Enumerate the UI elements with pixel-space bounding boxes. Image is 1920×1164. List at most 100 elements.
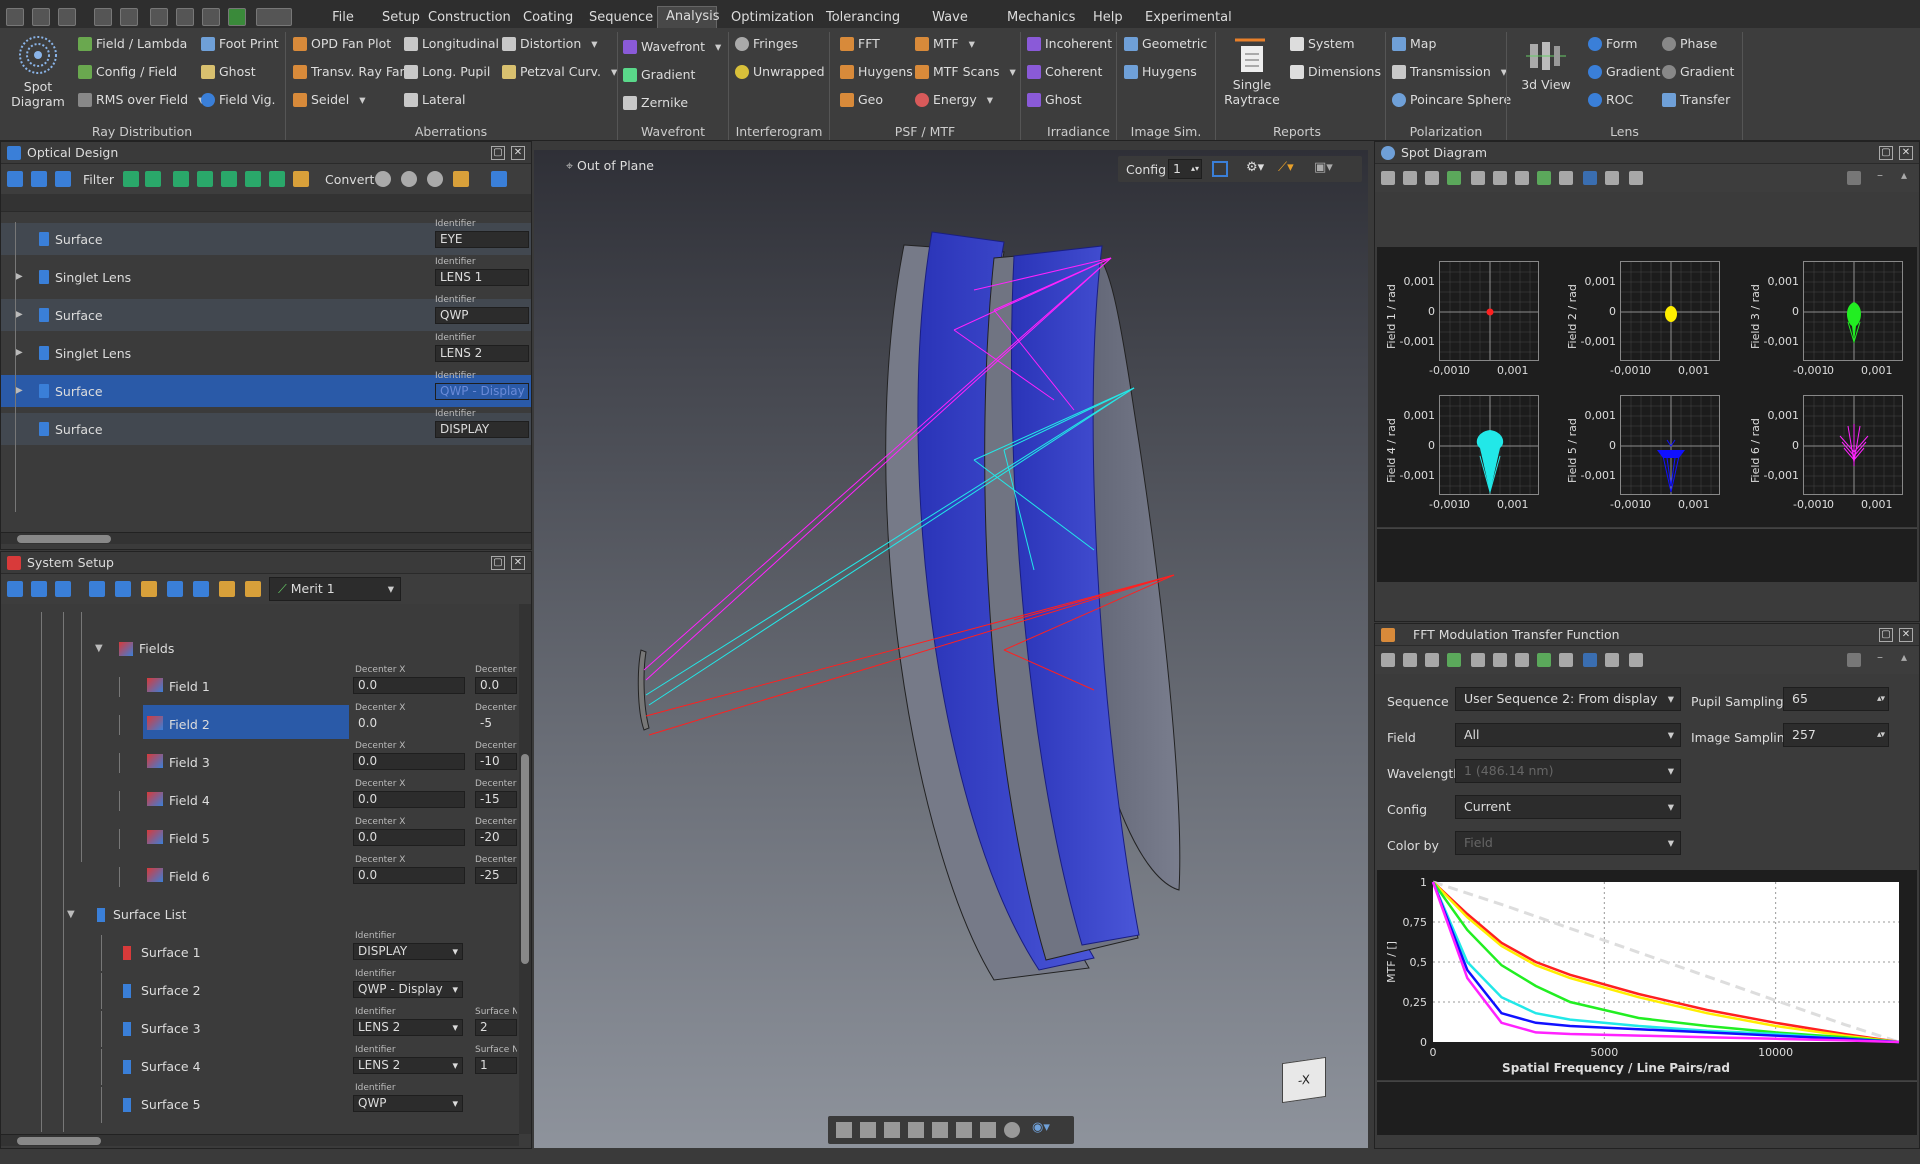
layout-menu-icon[interactable] xyxy=(256,8,292,26)
field-name[interactable]: Field 3 xyxy=(169,755,210,770)
filter-label[interactable]: Filter xyxy=(83,172,114,187)
home-icon[interactable] xyxy=(1471,171,1485,185)
wavefront-button[interactable]: Wavefront xyxy=(621,36,721,58)
align-icon-1[interactable] xyxy=(89,581,105,597)
copy-icon[interactable] xyxy=(1515,653,1529,667)
maximize-icon[interactable]: ▢ xyxy=(491,556,505,570)
table-icon[interactable] xyxy=(1583,171,1597,185)
field-select[interactable]: All xyxy=(1455,723,1681,747)
surface-identifier-select[interactable]: QWP ▾ xyxy=(353,1095,463,1112)
tree-options-icon[interactable] xyxy=(55,581,71,597)
tree-row[interactable]: ▶ Singlet Lens Identifier LENS 1 xyxy=(1,257,531,293)
energy-button[interactable]: Energy xyxy=(913,89,993,111)
surface-name[interactable]: Surface 3 xyxy=(141,1021,201,1036)
collapse-icon[interactable]: ▴ xyxy=(1901,168,1907,182)
menu-tab-coating[interactable]: Coating xyxy=(515,8,575,28)
lens-gradient-button[interactable]: Gradient xyxy=(1586,61,1660,83)
tree-row[interactable]: ▶ Singlet Lens Identifier LENS 2 xyxy=(1,333,531,369)
view-back-icon[interactable] xyxy=(884,1122,900,1138)
convert-label[interactable]: Convert xyxy=(325,172,374,187)
tree-row[interactable]: ▶ Surface Identifier QWP - Display xyxy=(1,371,531,407)
surface-identifier-select[interactable]: LENS 2 ▾ xyxy=(353,1019,463,1036)
spot-diagram-button[interactable]: Spot Diagram xyxy=(8,34,68,109)
decenter-y-field[interactable]: -15 xyxy=(475,791,517,808)
filter-icon-5[interactable] xyxy=(221,171,237,187)
settings-icon[interactable] xyxy=(1381,171,1395,185)
geometric-button[interactable]: Geometric xyxy=(1122,33,1207,55)
dock-icon[interactable] xyxy=(1847,171,1861,185)
menu-tab-setup[interactable]: Setup xyxy=(374,8,420,28)
menu-tab-experimental[interactable]: Experimental xyxy=(1137,8,1237,28)
color-by-select[interactable]: Field xyxy=(1455,831,1681,855)
view-iso-icon[interactable] xyxy=(1004,1122,1020,1138)
identifier-field[interactable]: QWP - Display xyxy=(435,383,529,400)
surface-nr-field[interactable]: 2 xyxy=(475,1019,517,1036)
transv-ray-fan-button[interactable]: Transv. Ray Fan xyxy=(291,61,407,83)
filter-icon-6[interactable] xyxy=(245,171,261,187)
identifier-field[interactable]: LENS 1 xyxy=(435,269,529,286)
decenter-x-field[interactable]: 0.0 xyxy=(353,715,465,732)
dimensions-report-button[interactable]: Dimensions xyxy=(1288,61,1381,83)
huygens-image-button[interactable]: Huygens xyxy=(1122,61,1197,83)
rms-over-field-button[interactable]: RMS over Field xyxy=(76,89,204,111)
sequence-select[interactable]: User Sequence 2: From display xyxy=(1455,687,1681,711)
form-button[interactable]: Form xyxy=(1586,33,1638,55)
surface-name[interactable]: Surface 2 xyxy=(141,983,201,998)
export-icon[interactable] xyxy=(1403,171,1417,185)
fft-button[interactable]: FFT xyxy=(838,33,880,55)
fit-view-icon[interactable] xyxy=(836,1122,852,1138)
copy-icon[interactable] xyxy=(1515,171,1529,185)
decenter-x-field[interactable]: 0.0 xyxy=(353,753,465,770)
save-icon[interactable] xyxy=(94,8,112,26)
home-icon[interactable] xyxy=(1471,653,1485,667)
axis-icon[interactable] xyxy=(1537,653,1551,667)
field-name[interactable]: Field 5 xyxy=(169,831,210,846)
close-icon[interactable]: ✕ xyxy=(1899,146,1913,160)
opd-fan-plot-button[interactable]: OPD Fan Plot xyxy=(291,33,391,55)
unwrapped-button[interactable]: Unwrapped xyxy=(733,61,825,83)
seidel-button[interactable]: Seidel xyxy=(291,89,365,111)
transmission-button[interactable]: Transmission xyxy=(1390,61,1507,83)
identifier-field[interactable]: LENS 2 xyxy=(435,345,529,362)
axis-icon[interactable] xyxy=(1537,171,1551,185)
report-icon[interactable] xyxy=(1629,653,1643,667)
longitudinal-button[interactable]: Longitudinal xyxy=(402,33,499,55)
menu-tab-mechanics[interactable]: Mechanics xyxy=(999,8,1079,28)
auto-update-icon[interactable] xyxy=(1447,171,1461,185)
view-cube[interactable]: -X xyxy=(1282,1056,1326,1104)
transfer-button[interactable]: Transfer xyxy=(1660,89,1730,111)
wavefront-gradient-button[interactable]: Gradient xyxy=(621,64,695,86)
petzval-curv-button[interactable]: Petzval Curv. xyxy=(500,61,617,83)
coherent-button[interactable]: Coherent xyxy=(1025,61,1102,83)
save-as-icon[interactable] xyxy=(120,8,138,26)
menu-tab-tolerancing[interactable]: Tolerancing xyxy=(818,8,900,28)
long-pupil-button[interactable]: Long. Pupil xyxy=(402,61,490,83)
sort-icon[interactable] xyxy=(491,171,507,187)
map-button[interactable]: Map xyxy=(1390,33,1436,55)
surface-name[interactable]: Surface 5 xyxy=(141,1097,201,1112)
collapse-all-icon[interactable] xyxy=(31,581,47,597)
identifier-field[interactable]: QWP xyxy=(435,307,529,324)
ghost-button[interactable]: Ghost xyxy=(199,61,256,83)
tree-row[interactable]: Surface Identifier EYE xyxy=(1,219,531,255)
menu-tab-help[interactable]: Help xyxy=(1085,8,1129,28)
convert-icon-1[interactable] xyxy=(375,171,391,187)
auto-update-icon[interactable] xyxy=(1447,653,1461,667)
3d-viewport[interactable]: ⌖ Out of Plane Config 1 ▴▾ ⚙▾ ⟋▾ ▣▾ -X ◉… xyxy=(534,150,1368,1148)
align-icon-7[interactable] xyxy=(245,581,261,597)
menu-tab-sequence[interactable]: Sequence xyxy=(581,8,653,28)
single-raytrace-button[interactable]: Single Raytrace xyxy=(1222,34,1282,107)
grid-icon[interactable] xyxy=(1559,653,1573,667)
export-icon[interactable] xyxy=(1403,653,1417,667)
field-vig-button[interactable]: Field Vig. xyxy=(199,89,275,111)
expand-arrow-icon[interactable]: ▶ xyxy=(15,347,23,358)
decenter-y-field[interactable]: -10 xyxy=(475,753,517,770)
field-name[interactable]: Field 2 xyxy=(169,717,210,732)
refresh-icon[interactable] xyxy=(202,8,220,26)
mtf-button[interactable]: MTF xyxy=(913,33,975,55)
filter-icon-3[interactable] xyxy=(173,171,189,187)
redo-icon[interactable] xyxy=(176,8,194,26)
lateral-button[interactable]: Lateral xyxy=(402,89,466,111)
tree-options-icon[interactable] xyxy=(55,171,71,187)
poincare-sphere-button[interactable]: Poincare Sphere xyxy=(1390,89,1511,111)
